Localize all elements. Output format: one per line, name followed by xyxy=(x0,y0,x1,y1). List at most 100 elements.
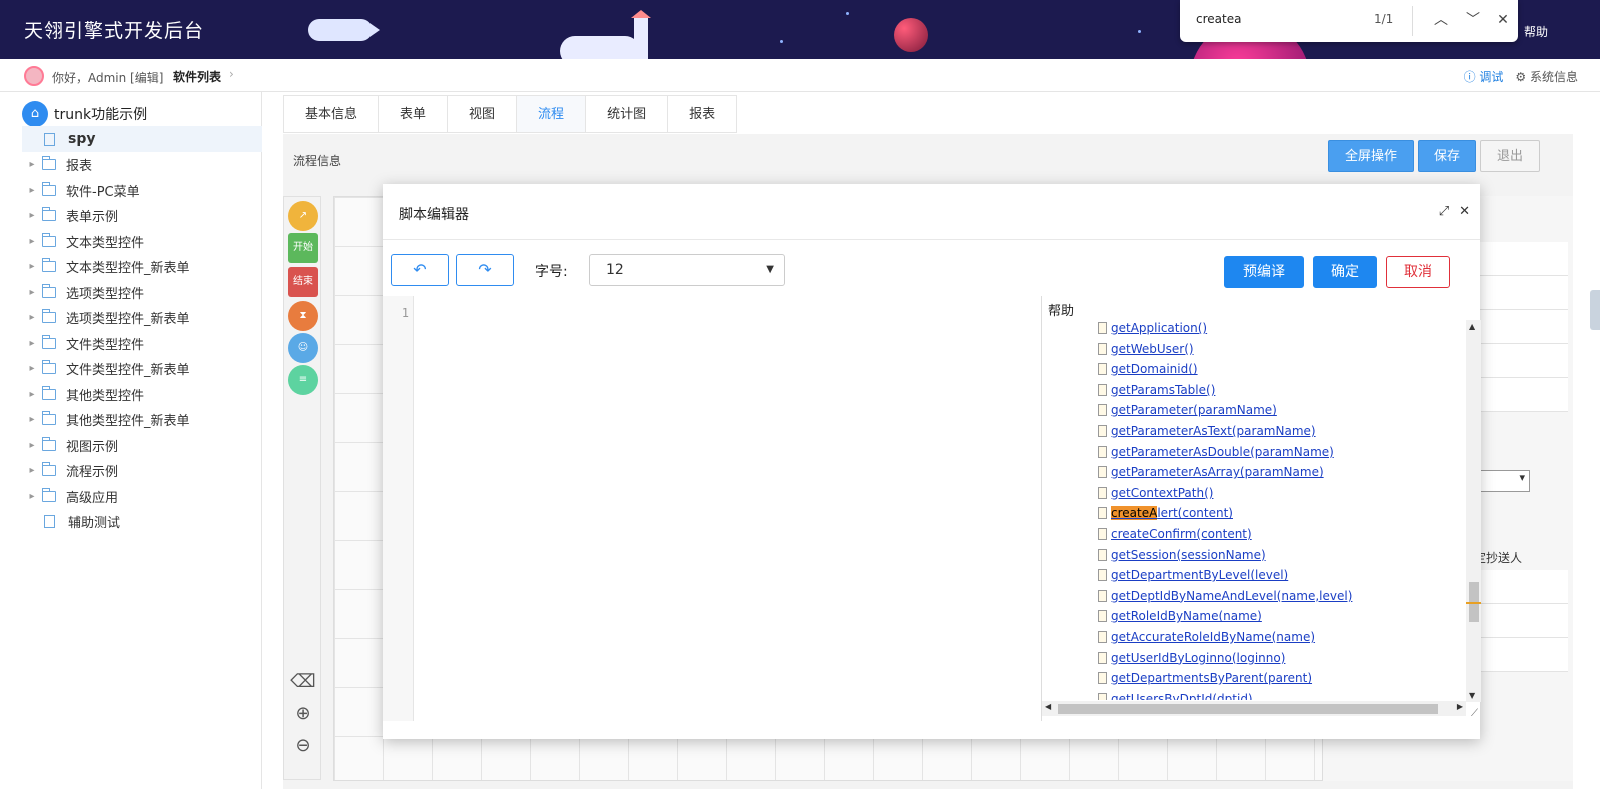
user-icon[interactable]: ☺ xyxy=(288,333,318,363)
tree-item[interactable]: ▸ 文件类型控件 xyxy=(22,330,262,356)
code-editor[interactable]: 1 xyxy=(383,296,1028,721)
fullscreen-button[interactable]: 全屏操作 xyxy=(1328,140,1414,172)
caret-right-icon[interactable]: ▸ xyxy=(22,440,42,451)
precompile-button[interactable]: 预编译 xyxy=(1224,256,1304,288)
cancel-button[interactable]: 取消 xyxy=(1386,256,1450,288)
undo-icon[interactable]: ↶ xyxy=(391,254,449,286)
caret-right-icon[interactable]: ▸ xyxy=(22,287,42,298)
caret-right-icon[interactable]: ▸ xyxy=(22,261,42,272)
maximize-icon[interactable]: ⤢ xyxy=(1439,204,1449,219)
caret-right-icon[interactable]: ▸ xyxy=(22,185,42,196)
zoom-in-icon[interactable]: ⊕ xyxy=(288,699,318,729)
help-function-link[interactable]: getAccurateRoleIdByName(name) xyxy=(1111,630,1315,644)
settings-sliders-icon[interactable]: ≡ xyxy=(288,365,318,395)
help-link[interactable]: 帮助 xyxy=(1524,23,1548,40)
caret-right-icon[interactable]: ▸ xyxy=(22,414,42,425)
help-vertical-scrollbar[interactable]: ▲ ▼ xyxy=(1466,320,1481,702)
caret-right-icon[interactable]: ▸ xyxy=(22,236,42,247)
greeting[interactable]: 你好，Admin [编辑] xyxy=(52,69,163,86)
help-function-link[interactable]: getContextPath() xyxy=(1111,486,1213,500)
help-horizontal-scrollbar[interactable]: ◀ ▶ xyxy=(1042,701,1466,716)
confirm-button[interactable]: 确定 xyxy=(1313,256,1377,288)
help-function-link[interactable]: getDeptIdByNameAndLevel(name,level) xyxy=(1111,589,1352,603)
breadcrumb[interactable]: 软件列表 xyxy=(173,68,221,85)
tree-item[interactable]: ▸ 选项类型控件_新表单 xyxy=(22,305,262,331)
help-function-link[interactable]: getParameterAsDouble(paramName) xyxy=(1111,445,1334,459)
help-function-link[interactable]: getDepartmentsByParent(parent) xyxy=(1111,671,1312,685)
find-close-icon[interactable]: ✕ xyxy=(1492,9,1514,31)
tree-item[interactable]: ▸ 其他类型控件_新表单 xyxy=(22,407,262,433)
help-function-link[interactable]: getDepartmentByLevel(level) xyxy=(1111,568,1288,582)
tab-item[interactable]: 报表 xyxy=(667,95,738,133)
tree-item[interactable]: ▸ 文本类型控件 xyxy=(22,228,262,254)
caret-right-icon[interactable]: ▸ xyxy=(22,312,42,323)
tree-item[interactable]: ▸ 选项类型控件 xyxy=(22,279,262,305)
tree-item[interactable]: ▸ 其他类型控件 xyxy=(22,381,262,407)
font-size-select[interactable]: 12 ▼ xyxy=(589,254,785,286)
caret-right-icon[interactable]: ▸ xyxy=(22,210,42,221)
start-node-tool[interactable]: 开始 xyxy=(288,233,318,263)
help-function-link[interactable]: createConfirm(content) xyxy=(1111,527,1252,541)
help-list-item: getDepartmentsByParent(parent) xyxy=(1098,668,1312,688)
system-info-link[interactable]: ⚙ 系统信息 xyxy=(1515,68,1578,85)
help-function-link[interactable]: getParameterAsText(paramName) xyxy=(1111,424,1316,438)
help-function-link[interactable]: createAlert(content) xyxy=(1111,506,1233,521)
tab-item[interactable]: 视图 xyxy=(447,95,517,133)
timer-icon[interactable]: ⧗ xyxy=(288,301,318,331)
tree-item[interactable]: 辅助测试 xyxy=(22,509,262,535)
script-editor-modal: 脚本编辑器 ⤢ ✕ ↶ ↷ 字号: 12 ▼ 预编译 确定 取消 1 帮助 ge… xyxy=(383,184,1481,739)
tab-item[interactable]: 流程 xyxy=(516,95,586,133)
caret-right-icon[interactable]: ▸ xyxy=(22,491,42,502)
help-function-link[interactable]: getParameterAsArray(paramName) xyxy=(1111,465,1324,479)
tab-item[interactable]: 统计图 xyxy=(585,95,668,133)
tree-item[interactable]: spy xyxy=(22,126,262,152)
tree-item[interactable]: ▸ 文件类型控件_新表单 xyxy=(22,356,262,382)
scroll-thumb[interactable] xyxy=(1058,704,1438,714)
find-next-icon[interactable]: ﹀ xyxy=(1462,9,1484,31)
help-function-link[interactable]: getUsersByDptId(dptid) xyxy=(1111,692,1253,700)
find-input[interactable]: createa xyxy=(1196,12,1241,26)
tab-item[interactable]: 表单 xyxy=(378,95,448,133)
zoom-out-icon[interactable]: ⊖ xyxy=(288,731,318,761)
tree-item[interactable]: ▸ 视图示例 xyxy=(22,432,262,458)
close-icon[interactable]: ✕ xyxy=(1459,204,1470,219)
debug-link[interactable]: ⓘ 调试 xyxy=(1464,68,1504,85)
scroll-right-icon[interactable]: ▶ xyxy=(1457,702,1463,711)
tree-item[interactable]: ▸ 表单示例 xyxy=(22,203,262,229)
arrow-icon[interactable]: ↗ xyxy=(288,201,318,231)
tree-item[interactable]: ▸ 文本类型控件_新表单 xyxy=(22,254,262,280)
tree-item[interactable]: ▸ 流程示例 xyxy=(22,458,262,484)
help-function-link[interactable]: getSession(sessionName) xyxy=(1111,548,1266,562)
help-function-link[interactable]: getWebUser() xyxy=(1111,342,1194,356)
help-function-link[interactable]: getRoleIdByName(name) xyxy=(1111,609,1262,623)
save-button[interactable]: 保存 xyxy=(1418,140,1476,172)
modal-icons: ⤢ ✕ xyxy=(1439,204,1470,219)
tree-item[interactable]: ▸ 软件-PC菜单 xyxy=(22,177,262,203)
find-prev-icon[interactable]: ︿ xyxy=(1430,9,1452,31)
side-drawer-handle[interactable] xyxy=(1590,290,1600,330)
tree-item[interactable]: ▸ 报表 xyxy=(22,152,262,178)
star-decoration xyxy=(1138,30,1141,33)
help-function-link[interactable]: getDomainid() xyxy=(1111,362,1198,376)
caret-right-icon[interactable]: ▸ xyxy=(22,338,42,349)
scroll-down-icon[interactable]: ▼ xyxy=(1469,691,1475,700)
end-node-tool[interactable]: 结束 xyxy=(288,267,318,297)
exit-button[interactable]: 退出 xyxy=(1480,140,1540,172)
eraser-icon[interactable]: ⌫ xyxy=(288,667,318,697)
tree-root[interactable]: ⌂ trunk功能示例 xyxy=(22,101,147,127)
resize-handle-icon[interactable]: ⟋ xyxy=(1471,708,1478,719)
caret-right-icon[interactable]: ▸ xyxy=(22,159,42,170)
scroll-up-icon[interactable]: ▲ xyxy=(1469,322,1475,331)
redo-icon[interactable]: ↷ xyxy=(456,254,514,286)
help-function-link[interactable]: getParamsTable() xyxy=(1111,383,1215,397)
caret-right-icon[interactable]: ▸ xyxy=(22,465,42,476)
avatar[interactable] xyxy=(24,66,44,86)
caret-right-icon[interactable]: ▸ xyxy=(22,363,42,374)
tab-item[interactable]: 基本信息 xyxy=(283,95,379,133)
help-function-link[interactable]: getApplication() xyxy=(1111,321,1207,335)
tree-item[interactable]: ▸ 高级应用 xyxy=(22,483,262,509)
help-function-link[interactable]: getParameter(paramName) xyxy=(1111,403,1277,417)
help-function-link[interactable]: getUserIdByLoginno(loginno) xyxy=(1111,651,1285,665)
scroll-left-icon[interactable]: ◀ xyxy=(1045,702,1051,711)
caret-right-icon[interactable]: ▸ xyxy=(22,389,42,400)
